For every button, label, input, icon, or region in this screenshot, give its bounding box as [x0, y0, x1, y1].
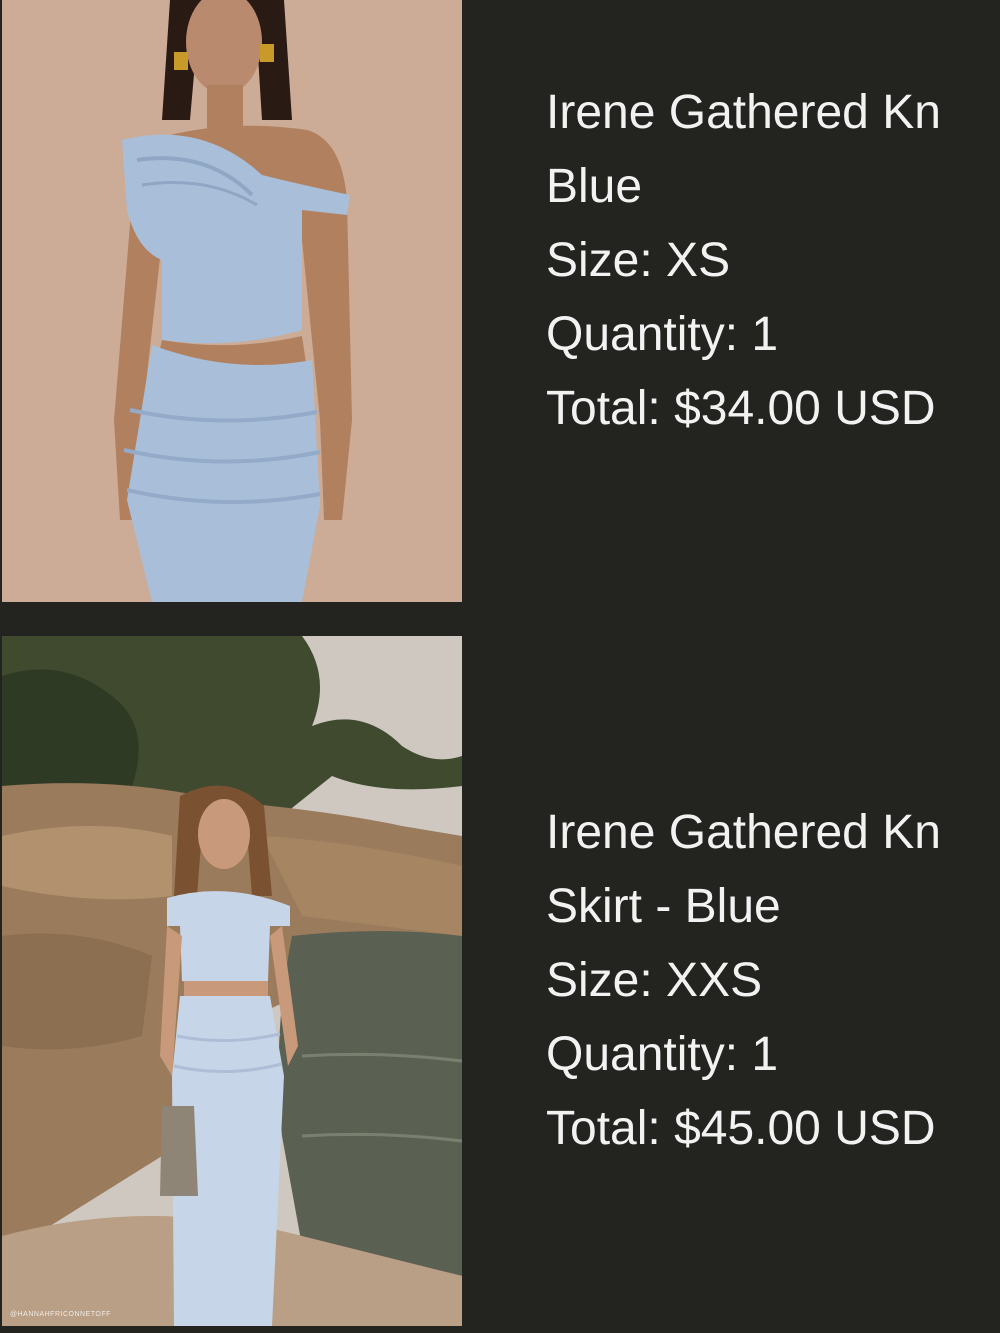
product-quantity: Quantity: 1: [546, 1028, 779, 1081]
product-title-line2[interactable]: Blue: [546, 150, 1000, 224]
product-size: Size: XXS: [546, 954, 763, 1007]
product-image[interactable]: @HANNAHFRICONNETOFF: [2, 636, 462, 1326]
product-image[interactable]: [2, 0, 462, 602]
product-title-line1[interactable]: Irene Gathered Kn: [546, 76, 1000, 150]
product-size: Size: XS: [546, 234, 731, 287]
order-item: @HANNAHFRICONNETOFF Irene Gathered Kn Sk…: [0, 636, 1000, 1333]
order-item: Irene Gathered Kn Blue Size: XS Quantity…: [0, 0, 1000, 602]
product-details: Irene Gathered Kn Skirt - Blue Size: XXS…: [546, 796, 1000, 1166]
product-photo-beach: [2, 636, 462, 1326]
product-title-line2[interactable]: Skirt - Blue: [546, 870, 1000, 944]
product-title-line1[interactable]: Irene Gathered Kn: [546, 796, 1000, 870]
product-details: Irene Gathered Kn Blue Size: XS Quantity…: [546, 76, 1000, 446]
product-total: Total: $34.00 USD: [546, 382, 936, 435]
photo-credit: @HANNAHFRICONNETOFF: [10, 1311, 111, 1318]
product-total: Total: $45.00 USD: [546, 1102, 936, 1155]
order-items-page: Irene Gathered Kn Blue Size: XS Quantity…: [0, 0, 1000, 1333]
product-photo-studio: [2, 0, 462, 602]
product-quantity: Quantity: 1: [546, 308, 779, 361]
